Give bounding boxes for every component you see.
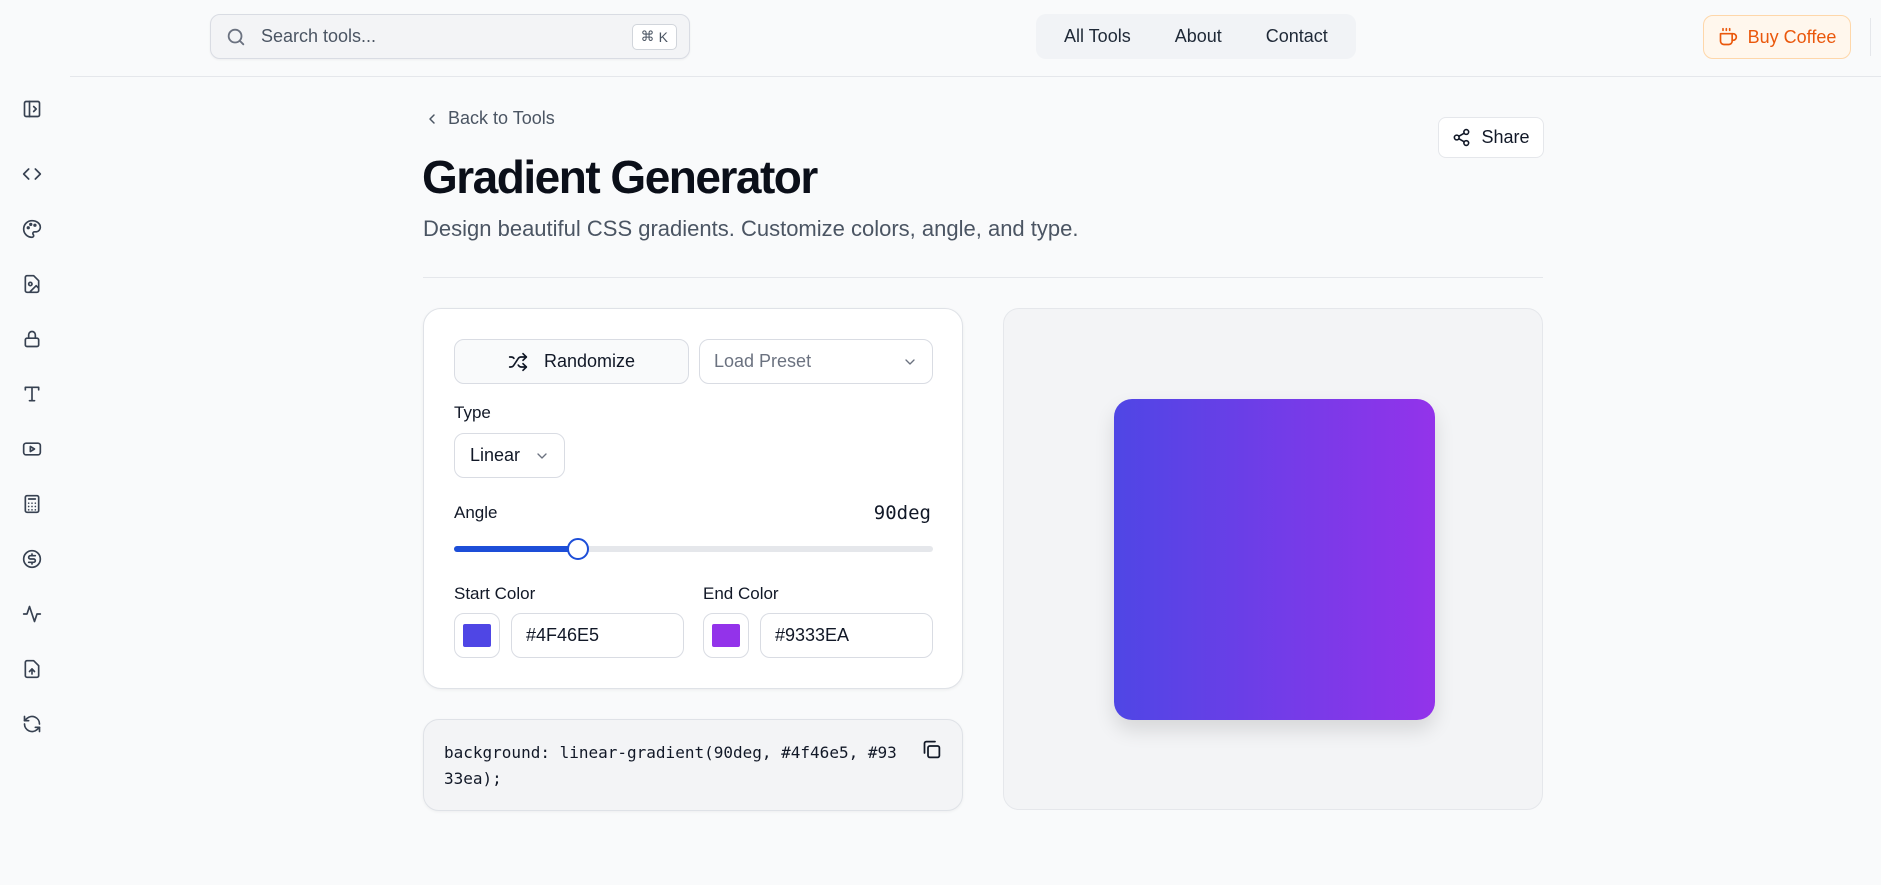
type-value: Linear — [470, 445, 521, 465]
end-color-picker[interactable] — [703, 613, 749, 658]
type-icon[interactable] — [18, 380, 46, 408]
slider-thumb[interactable] — [566, 538, 589, 560]
gradient-preview-panel — [1003, 308, 1543, 810]
buy-coffee-button[interactable]: Buy Coffee — [1703, 15, 1851, 59]
chevron-down-icon — [902, 354, 918, 370]
header-divider — [423, 277, 1543, 278]
controls-panel: Randomize Load Preset Type Linear Angle … — [423, 308, 963, 689]
gradient-preview — [1114, 399, 1435, 720]
start-color-picker[interactable] — [454, 613, 500, 658]
buy-coffee-label: Buy Coffee — [1747, 26, 1837, 47]
page-subtitle: Design beautiful CSS gradients. Customiz… — [423, 216, 1079, 241]
slider-fill — [454, 546, 578, 552]
chevron-down-icon — [534, 448, 550, 464]
search-input[interactable]: Search tools... — [261, 26, 632, 47]
nav-contact[interactable]: Contact — [1244, 14, 1350, 59]
share-icon — [1452, 128, 1471, 147]
start-color-label: Start Color — [454, 584, 536, 603]
refresh-icon[interactable] — [18, 710, 46, 738]
end-color-swatch — [712, 624, 740, 647]
shortcut-key: K — [658, 28, 668, 45]
angle-slider[interactable] — [454, 538, 933, 560]
angle-label: Angle — [454, 503, 498, 522]
preset-placeholder: Load Preset — [714, 351, 812, 371]
lock-icon[interactable] — [18, 325, 46, 353]
page-title: Gradient Generator — [422, 151, 818, 203]
back-label: Back to Tools — [448, 108, 555, 128]
end-color-label: End Color — [703, 584, 779, 603]
share-label: Share — [1481, 127, 1530, 147]
search-shortcut: ⌘ K — [631, 23, 677, 50]
css-code-block: background: linear-gradient(90deg, #4f46… — [423, 719, 963, 811]
coffee-icon — [1718, 27, 1738, 47]
sidebar-toggle-icon[interactable] — [18, 95, 46, 123]
image-icon[interactable] — [18, 270, 46, 298]
chevron-left-icon — [424, 111, 440, 127]
start-color-swatch — [463, 624, 491, 647]
code-icon[interactable] — [18, 160, 46, 188]
divider — [1870, 18, 1871, 56]
nav-about[interactable]: About — [1153, 14, 1244, 59]
end-color-input[interactable]: #9333EA — [760, 613, 933, 658]
type-select[interactable]: Linear — [454, 433, 565, 478]
back-to-tools-link[interactable]: Back to Tools — [424, 108, 555, 129]
calculator-icon[interactable] — [18, 490, 46, 518]
file-upload-icon[interactable] — [18, 655, 46, 683]
share-button[interactable]: Share — [1438, 117, 1544, 158]
video-icon[interactable] — [18, 435, 46, 463]
type-label: Type — [454, 403, 491, 422]
shuffle-icon — [508, 352, 528, 372]
search-box[interactable]: Search tools... ⌘ K — [210, 14, 690, 59]
search-icon — [225, 26, 247, 48]
copy-icon[interactable] — [921, 739, 942, 760]
randomize-label: Randomize — [543, 351, 636, 371]
main-nav: All Tools About Contact — [1036, 14, 1356, 59]
load-preset-select[interactable]: Load Preset — [699, 339, 933, 384]
start-color-input[interactable]: #4F46E5 — [511, 613, 684, 658]
dollar-icon[interactable] — [18, 545, 46, 573]
palette-icon[interactable] — [18, 215, 46, 243]
sidebar — [0, 0, 70, 885]
top-bar: Search tools... ⌘ K All Tools About Cont… — [70, 0, 1881, 77]
randomize-button[interactable]: Randomize — [454, 339, 689, 384]
angle-value: 90deg — [873, 502, 931, 524]
nav-all-tools[interactable]: All Tools — [1042, 14, 1153, 59]
css-code-text: background: linear-gradient(90deg, #4f46… — [444, 743, 897, 788]
command-symbol: ⌘ — [640, 28, 655, 44]
activity-icon[interactable] — [18, 600, 46, 628]
